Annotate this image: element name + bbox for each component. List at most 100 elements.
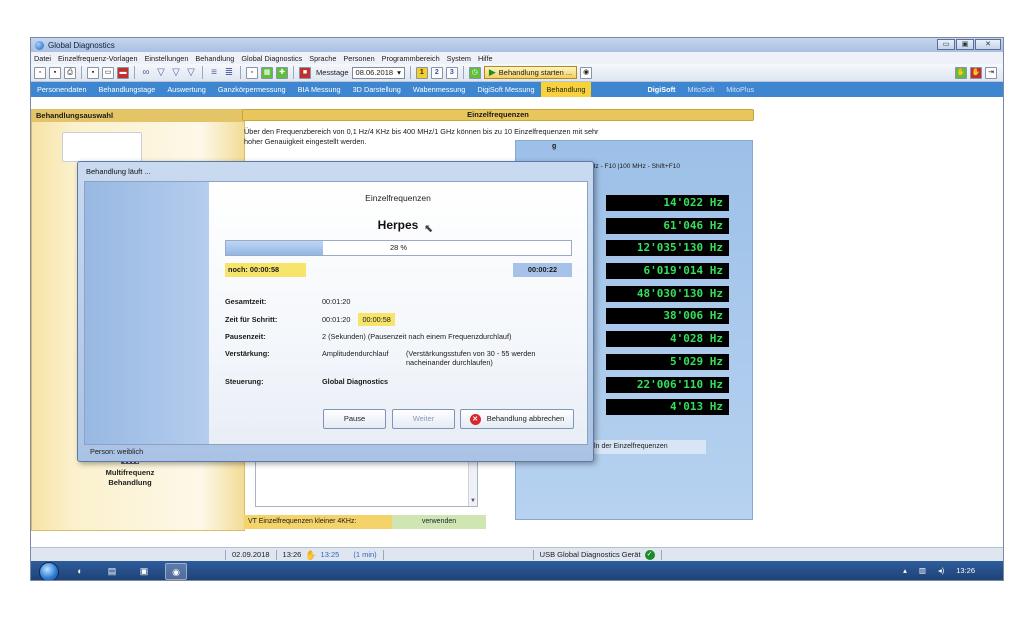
filter-icon[interactable]: ▽ xyxy=(155,67,167,79)
toolbar-separator xyxy=(409,66,411,79)
total-time-value: 00:01:20 xyxy=(322,297,351,306)
list-icon[interactable]: ≡ xyxy=(208,67,220,79)
folder-icon[interactable]: ▤ xyxy=(101,563,123,580)
close-button[interactable]: ✕ xyxy=(975,39,1001,50)
toolbar-separator xyxy=(81,66,82,79)
disk-icon[interactable]: ▪ xyxy=(87,66,99,79)
clock-icon[interactable]: ◷ xyxy=(468,66,481,79)
tab-wabenmessung[interactable]: Wabenmessung xyxy=(407,82,471,97)
hand-red-icon[interactable]: ✋ xyxy=(970,67,982,79)
frequency-value[interactable]: 4'013 Hz xyxy=(606,399,729,416)
volume-icon[interactable]: ◂) xyxy=(938,566,944,575)
menu-hilfe[interactable]: Hilfe xyxy=(478,54,493,63)
frequency-value[interactable]: 14'022 Hz xyxy=(606,195,729,211)
frequency-value[interactable]: 22'006'110 Hz xyxy=(606,376,729,393)
toolbar-separator xyxy=(462,66,464,79)
tab-bia-messung[interactable]: BIA Messung xyxy=(292,82,347,97)
view-1-button[interactable]: 1 xyxy=(415,66,428,79)
control-label: Steuerung: xyxy=(225,377,264,386)
frequency-value[interactable]: 6'019'014 Hz xyxy=(606,263,729,280)
frequency-list: 14'022 Hz 61'046 Hz 12'035'130 Hz 6'019'… xyxy=(606,195,729,422)
tab-3d-darstellung[interactable]: 3D Darstellung xyxy=(347,82,407,97)
filter-icon[interactable]: ▽ xyxy=(170,67,182,79)
print-icon[interactable]: ⎙ xyxy=(64,66,76,79)
dialog-title: Behandlung läuft ... xyxy=(86,167,151,176)
tray-arrow-icon[interactable]: ▴ xyxy=(903,566,907,575)
step-time-label: Zeit für Schritt: xyxy=(225,315,278,324)
app-logo-icon xyxy=(35,40,44,50)
total-time-label: Gesamtzeit: xyxy=(225,297,267,306)
menu-einstellungen[interactable]: Einstellungen xyxy=(145,54,189,63)
menu-datei[interactable]: Datei xyxy=(34,54,51,63)
save-icon[interactable]: ▪ xyxy=(49,66,61,79)
date-select[interactable]: 08.06.2018 ▾ xyxy=(351,66,405,79)
tab-mitosoft[interactable]: MitoSoft xyxy=(681,82,720,97)
menu-programmbereich[interactable]: Programmbereich xyxy=(382,54,440,63)
network-icon[interactable]: ▥ xyxy=(919,566,926,575)
new-icon[interactable]: ▫ xyxy=(34,66,46,79)
media-icon[interactable]: ▣ xyxy=(133,563,155,580)
exit-icon[interactable]: ⇥ xyxy=(985,67,997,79)
frequency-value[interactable]: 12'035'130 Hz xyxy=(606,240,729,257)
filter-icon[interactable]: ▽ xyxy=(185,67,197,79)
toolbar-separator xyxy=(134,66,135,79)
hand-green-icon[interactable]: ✋ xyxy=(955,67,967,79)
pause-button[interactable]: Pause xyxy=(323,409,386,429)
system-tray: ▴ ▥ ◂) 13:26 xyxy=(903,566,975,575)
menu-personen[interactable]: Personen xyxy=(343,54,374,63)
globe-icon[interactable]: ◉ xyxy=(580,66,593,79)
vt-use-button[interactable]: verwenden xyxy=(392,515,486,529)
tab-behandlungstage[interactable]: Behandlungstage xyxy=(93,82,162,97)
scrollbar[interactable]: ▼ xyxy=(468,460,477,506)
menu-einzelfrequenz-vorlagen[interactable]: Einzelfrequenz-Vorlagen xyxy=(58,54,138,63)
start-treatment-button[interactable]: ▶ Behandlung starten ... xyxy=(483,66,578,79)
tab-mitoplus[interactable]: MitoPlus xyxy=(720,82,760,97)
start-button[interactable] xyxy=(39,561,59,580)
global-diagnostics-taskbar-icon[interactable]: ◉ xyxy=(165,563,187,580)
tab-behandlung[interactable]: Behandlung xyxy=(540,82,592,97)
pause-time-value: 2 (Sekunden) (Pausenzeit nach einem Freq… xyxy=(322,332,512,341)
browser-icon[interactable]: ◐ xyxy=(69,563,91,580)
list-icon[interactable]: ≣ xyxy=(223,67,235,79)
tab-digisoft-messung[interactable]: DigiSoft Messung xyxy=(471,82,540,97)
treatment-option-card[interactable] xyxy=(62,132,142,162)
status-date: 02.09.2018 xyxy=(226,549,277,560)
notes-textarea[interactable]: ▼ xyxy=(255,459,478,507)
frequency-value[interactable]: 4'028 Hz xyxy=(606,331,729,348)
frequency-value[interactable]: 38'006 Hz xyxy=(606,308,729,325)
tab-ganzkoerpermessung[interactable]: Ganzkörpermessung xyxy=(212,82,292,97)
frequency-value[interactable]: 61'046 Hz xyxy=(606,217,729,234)
hand-icon: ✋ xyxy=(305,549,317,560)
binoculars-icon[interactable]: ∞ xyxy=(140,67,152,79)
tab-personendaten[interactable]: Personendaten xyxy=(31,82,93,97)
menu-global-diagnostics[interactable]: Global Diagnostics xyxy=(241,54,302,63)
menu-behandlung[interactable]: Behandlung xyxy=(195,54,234,63)
frequency-value[interactable]: 5'029 Hz xyxy=(606,353,729,370)
view-2-button[interactable]: 2 xyxy=(430,66,443,79)
step-time-values: 00:01:20 00:00:58 xyxy=(322,313,395,326)
view-3-button[interactable]: 3 xyxy=(445,66,458,79)
control-value: Global Diagnostics xyxy=(322,377,389,386)
continue-button[interactable]: Weiter xyxy=(392,409,455,429)
grid-icon[interactable]: ▦ xyxy=(261,66,273,79)
clock[interactable]: 13:26 xyxy=(956,566,975,575)
toolbar-separator xyxy=(293,66,294,79)
tab-auswertung[interactable]: Auswertung xyxy=(161,82,212,97)
tab-digisoft[interactable]: DigiSoft xyxy=(641,82,681,97)
title-bar: Global Diagnostics ▭ ▣ ✕ xyxy=(31,38,1003,52)
minimize-button[interactable]: ▭ xyxy=(937,39,955,50)
frequency-value[interactable]: 48'030'130 Hz xyxy=(606,285,729,302)
stop-icon[interactable]: ■ xyxy=(299,66,311,79)
abort-treatment-button[interactable]: ✕ Behandlung abbrechen xyxy=(460,409,574,429)
document-icon[interactable]: ▫ xyxy=(246,66,258,79)
menu-system[interactable]: System xyxy=(447,54,471,63)
flag-icon[interactable]: ▬ xyxy=(117,66,129,79)
monitor-icon[interactable]: ▭ xyxy=(102,66,114,79)
elapsed-time: 00:00:22 xyxy=(513,263,572,277)
add-icon[interactable]: ✚ xyxy=(276,66,288,79)
abort-icon: ✕ xyxy=(469,413,481,425)
scroll-down-icon[interactable]: ▼ xyxy=(470,498,476,504)
maximize-button[interactable]: ▣ xyxy=(956,39,974,50)
treatment-running-dialog: Behandlung läuft ... Einzelfrequenzen He… xyxy=(77,161,594,462)
menu-sprache[interactable]: Sprache xyxy=(309,54,336,63)
